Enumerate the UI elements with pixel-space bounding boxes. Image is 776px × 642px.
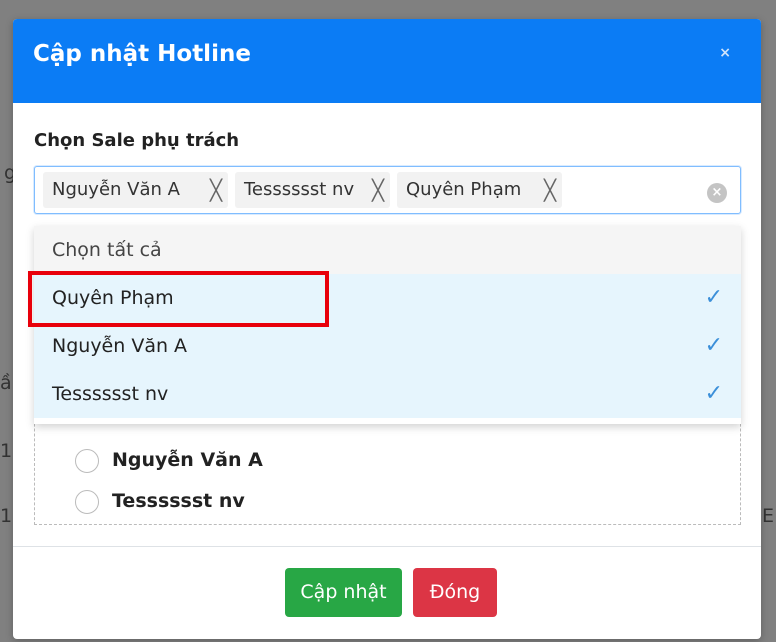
modal-header: Cập nhật Hotline × [13, 19, 761, 103]
modal-title: Cập nhật Hotline [33, 41, 251, 67]
footer-divider [13, 546, 761, 547]
remove-chip-icon[interactable]: ╳ [544, 172, 556, 208]
radio-label: Nguyễn Văn A [112, 449, 263, 471]
option-label: Nguyễn Văn A [52, 335, 188, 357]
sale-field-label: Chọn Sale phụ trách [34, 130, 240, 151]
check-icon: ✓ [704, 381, 723, 406]
selected-chip: Quyên Phạm ╳ [397, 172, 562, 208]
dropdown-option[interactable]: Quyên Phạm ✓ [34, 274, 741, 322]
dropdown-option[interactable]: Nguyễn Văn A ✓ [34, 322, 741, 370]
check-icon: ✓ [704, 333, 723, 358]
check-icon: ✓ [704, 285, 723, 310]
update-button[interactable]: Cập nhật [285, 568, 402, 617]
sale-dropdown-menu: Chọn tất cả Quyên Phạm ✓ Nguyễn Văn A ✓ … [34, 226, 741, 424]
selected-chip: Nguyễn Văn A ╳ [43, 172, 228, 208]
close-button[interactable]: Đóng [413, 568, 497, 617]
selected-chip: Tesssssst nv ╳ [235, 172, 390, 208]
dropdown-option[interactable]: Tesssssst nv ✓ [34, 370, 741, 418]
option-label: Quyên Phạm [52, 287, 174, 309]
background-text: E [762, 505, 775, 527]
chip-label: Quyên Phạm [406, 179, 522, 200]
close-icon[interactable]: × [719, 45, 731, 61]
chip-label: Tesssssst nv [244, 179, 355, 200]
clear-all-icon[interactable]: × [707, 183, 727, 203]
radio-circle-icon[interactable] [75, 490, 99, 514]
chip-label: Nguyễn Văn A [52, 179, 180, 200]
radio-label: Tesssssst nv [112, 490, 245, 512]
remove-chip-icon[interactable]: ╳ [210, 172, 222, 208]
option-label: Tesssssst nv [52, 383, 169, 405]
remove-chip-icon[interactable]: ╳ [372, 172, 384, 208]
radio-circle-icon[interactable] [75, 449, 99, 473]
select-all-option[interactable]: Chọn tất cả [34, 226, 741, 274]
sale-multiselect[interactable]: Nguyễn Văn A ╳ Tesssssst nv ╳ Quyên Phạm… [34, 166, 741, 214]
